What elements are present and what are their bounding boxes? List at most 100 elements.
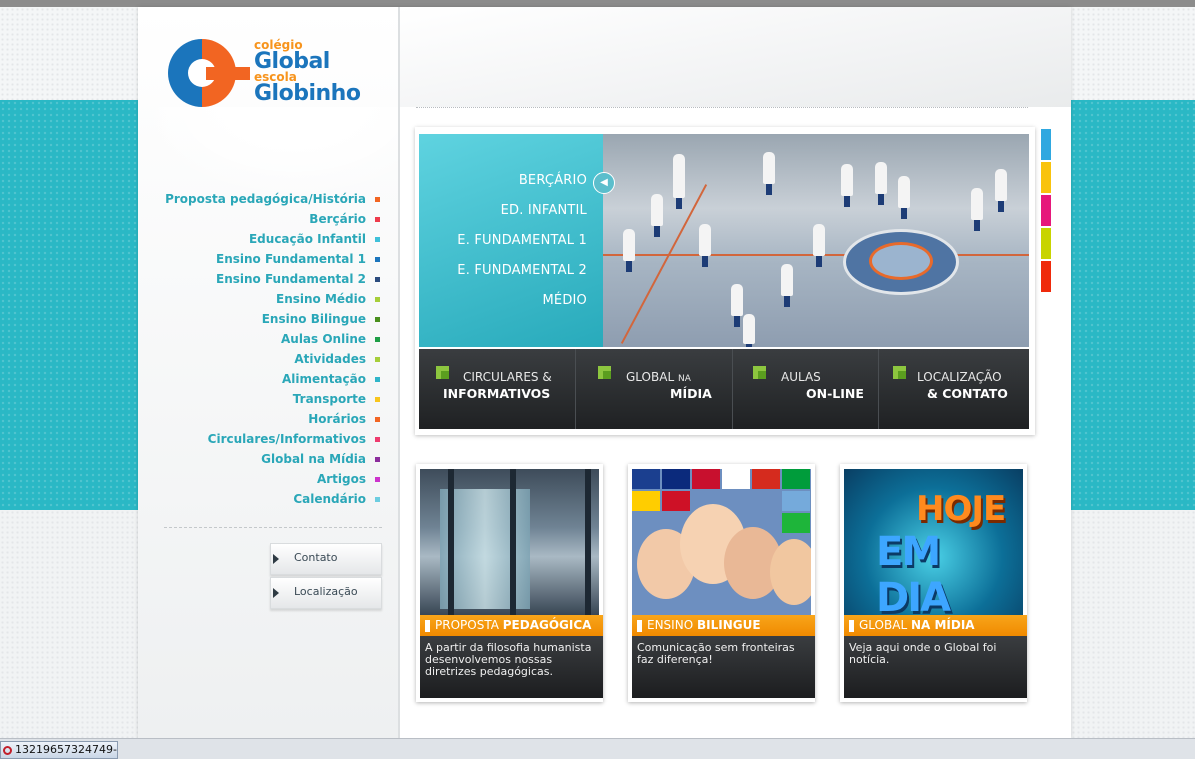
card-title: GLOBAL NA MÍDIA: [859, 618, 975, 632]
player-figure: [731, 284, 743, 316]
menu-label: Ensino Fundamental 2: [216, 272, 366, 286]
menu-label: Horários: [308, 412, 366, 426]
background-pattern-right-bottom: [1071, 510, 1195, 738]
card-title: PROPOSTA PEDAGÓGICA: [435, 618, 591, 632]
menu-item-aulas-online[interactable]: Aulas Online: [140, 329, 380, 349]
quick-link-top: GLOBAL NA: [626, 370, 691, 384]
menu-item-global-na-midia[interactable]: Global na Mídia: [140, 449, 380, 469]
hoje-logo-line1: HOJE: [916, 489, 1006, 529]
menu-item-artigos[interactable]: Artigos: [140, 469, 380, 489]
flag: [632, 491, 660, 511]
card-proposta-pedagogica[interactable]: PROPOSTA PEDAGÓGICA A partir da filosofi…: [416, 464, 603, 702]
title-marker-icon: [425, 620, 430, 632]
quick-link-top-word: GLOBAL: [626, 370, 675, 384]
location-button[interactable]: Localização: [270, 577, 382, 609]
flag: [662, 469, 690, 489]
player-figure: [651, 194, 663, 226]
banner-slider: BERÇÁRIO ED. INFANTIL E. FUNDAMENTAL 1 E…: [419, 134, 1029, 347]
flag: [782, 513, 810, 533]
card-description: Veja aqui onde o Global foi notícia.: [849, 641, 997, 666]
card-title-light: ENSINO: [647, 618, 694, 632]
menu-label: Alimentação: [282, 372, 366, 386]
menu-item-ensino-medio[interactable]: Ensino Médio: [140, 289, 380, 309]
level-link-bercario[interactable]: BERÇÁRIO: [519, 173, 587, 188]
sidebar-swoosh: [138, 107, 398, 197]
card-title: ENSINO BILINGUE: [647, 618, 761, 632]
menu-bullet: [375, 197, 380, 202]
menu-item-bercario[interactable]: Berçário: [140, 209, 380, 229]
card-title-light: GLOBAL: [859, 618, 908, 632]
card-title-light: PROPOSTA: [435, 618, 499, 632]
menu-bullet: [375, 417, 380, 422]
quick-link-bottom: INFORMATIVOS: [443, 386, 551, 401]
menu-label: Global na Mídia: [261, 452, 366, 466]
menu-bullet: [375, 457, 380, 462]
side-tab-magenta[interactable]: [1041, 195, 1051, 226]
menu-item-educacao-infantil[interactable]: Educação Infantil: [140, 229, 380, 249]
school-logo[interactable]: colégio Global escola Globinho: [168, 39, 373, 111]
card-title-bold: BILINGUE: [696, 618, 761, 632]
level-link-ed-infantil[interactable]: ED. INFANTIL: [501, 203, 587, 218]
color-side-tabs: [1041, 129, 1051, 294]
menu-item-alimentacao[interactable]: Alimentação: [140, 369, 380, 389]
slider-prev-arrow-icon[interactable]: ◀: [593, 172, 615, 194]
card-description: Comunicação sem fronteiras faz diferença…: [637, 641, 795, 666]
menu-item-atividades[interactable]: Atividades: [140, 349, 380, 369]
title-marker-icon: [637, 620, 642, 632]
quick-link-top: CIRCULARES &: [463, 370, 552, 384]
card-title-bar: PROPOSTA PEDAGÓGICA: [420, 615, 603, 636]
taskbar-window-button[interactable]: 13219657324749-...: [0, 741, 118, 759]
level-link-medio[interactable]: MÉDIO: [542, 293, 587, 308]
menu-item-transporte[interactable]: Transporte: [140, 389, 380, 409]
sidebar: colégio Global escola Globinho Proposta …: [138, 7, 400, 738]
card-global-na-midia[interactable]: HOJE EM DIA GLOBAL NA MÍDIA Veja aqui on…: [840, 464, 1027, 702]
banner-levels-panel: BERÇÁRIO ED. INFANTIL E. FUNDAMENTAL 1 E…: [419, 134, 603, 347]
player-figure: [743, 314, 755, 344]
contact-button-label: Contato: [294, 551, 338, 564]
menu-item-fundamental-1[interactable]: Ensino Fundamental 1: [140, 249, 380, 269]
level-link-fundamental-2[interactable]: E. FUNDAMENTAL 2: [457, 263, 587, 278]
card-ensino-bilingue[interactable]: ENSINO BILINGUE Comunicação sem fronteir…: [628, 464, 815, 702]
player-figure: [763, 152, 775, 184]
card-body: Veja aqui onde o Global foi notícia.: [844, 636, 1027, 698]
quick-link-localizacao-contato[interactable]: LOCALIZAÇÃO & CONTATO: [878, 349, 1030, 429]
menu-item-proposta[interactable]: Proposta pedagógica/História: [140, 189, 380, 209]
taskbar: 13219657324749-...: [0, 738, 1195, 759]
contact-button[interactable]: Contato: [270, 543, 382, 575]
menu-bullet: [375, 217, 380, 222]
quick-link-global-na-midia[interactable]: GLOBAL NA MÍDIA: [575, 349, 733, 429]
card-image-hoje-em-dia: HOJE EM DIA: [844, 469, 1023, 615]
card-body: Comunicação sem fronteiras faz diferença…: [632, 636, 815, 698]
court-line: [620, 184, 708, 344]
menu-bullet: [375, 397, 380, 402]
player-figure: [673, 154, 685, 198]
banner-photo-basketball-court: [603, 134, 1029, 347]
arrow-right-icon: [273, 554, 279, 564]
player-figure: [841, 164, 853, 196]
quick-link-bottom: MÍDIA: [670, 386, 712, 401]
quick-link-top-small: NA: [677, 374, 691, 384]
menu-label: Ensino Médio: [276, 292, 366, 306]
menu-item-ensino-bilingue[interactable]: Ensino Bilingue: [140, 309, 380, 329]
building-pillar: [585, 469, 591, 615]
logo-g-bar: [206, 67, 250, 80]
side-tab-red[interactable]: [1041, 261, 1051, 292]
card-body: A partir da filosofia humanista desenvol…: [420, 636, 603, 698]
flag: [662, 491, 690, 511]
menu-item-circulares[interactable]: Circulares/Informativos: [140, 429, 380, 449]
green-squares-icon: [893, 366, 906, 379]
card-image-building: [420, 469, 599, 615]
side-tab-blue[interactable]: [1041, 129, 1051, 160]
flag: [752, 469, 780, 489]
level-link-fundamental-1[interactable]: E. FUNDAMENTAL 1: [457, 233, 587, 248]
side-tab-yellow[interactable]: [1041, 162, 1051, 193]
quick-link-aulas-online[interactable]: AULAS ON-LINE: [732, 349, 879, 429]
quick-link-top: AULAS: [781, 370, 821, 384]
player-figure: [995, 169, 1007, 201]
menu-item-horarios[interactable]: Horários: [140, 409, 380, 429]
player-figure: [971, 188, 983, 220]
menu-item-fundamental-2[interactable]: Ensino Fundamental 2: [140, 269, 380, 289]
quick-link-circulares[interactable]: CIRCULARES & INFORMATIVOS: [419, 349, 575, 429]
side-tab-lime[interactable]: [1041, 228, 1051, 259]
menu-item-calendario[interactable]: Calendário: [140, 489, 380, 509]
